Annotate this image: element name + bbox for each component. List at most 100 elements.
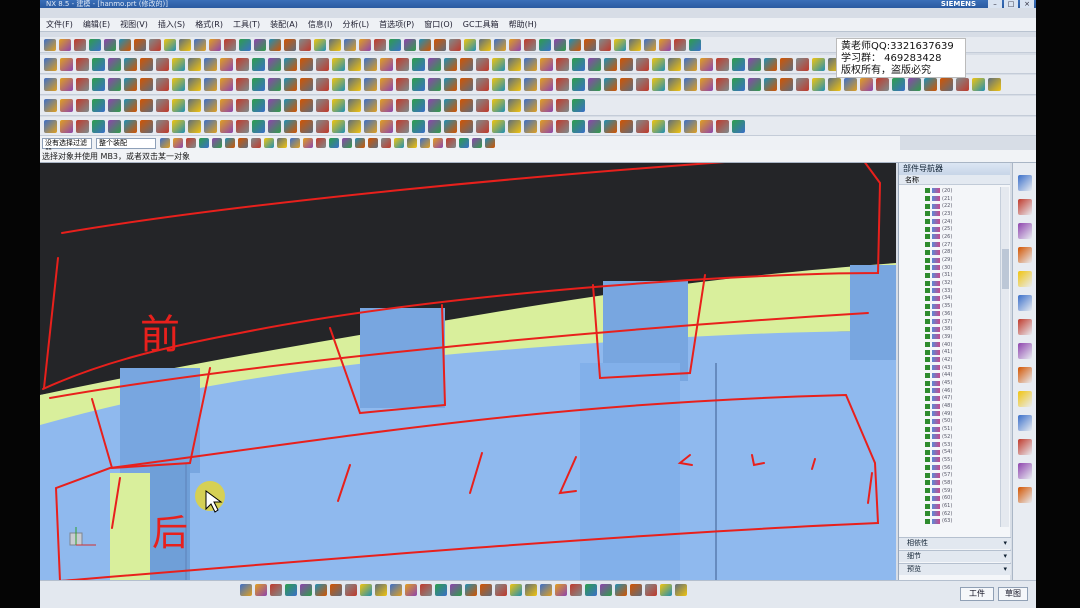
toolbar-tool-icon[interactable] (412, 57, 425, 71)
toolbar-tool-icon[interactable] (240, 584, 252, 596)
close-button[interactable]: × (1020, 0, 1034, 8)
toolbar-tool-icon[interactable] (465, 584, 477, 596)
toolbar-tool-icon[interactable] (172, 99, 185, 112)
checkmark-icon[interactable] (925, 495, 930, 501)
toolbar-tool-icon[interactable] (508, 119, 521, 133)
checkmark-icon[interactable] (925, 403, 930, 409)
toolbar-tool-icon[interactable] (332, 57, 345, 71)
navigator-feature-row[interactable]: (61) (899, 502, 999, 510)
toolbar-tool-icon[interactable] (716, 57, 729, 71)
toolbar-tool-icon[interactable] (972, 78, 985, 91)
checkmark-icon[interactable] (925, 342, 930, 348)
toolbar-tool-icon[interactable] (89, 38, 101, 51)
toolbar-tool-icon[interactable] (480, 584, 492, 596)
toolbar-tool-icon[interactable] (419, 38, 431, 51)
toolbar-tool-icon[interactable] (172, 119, 185, 133)
navigator-feature-row[interactable]: (58) (899, 479, 999, 487)
toolbar-tool-icon[interactable] (924, 78, 937, 91)
toolbar-tool-icon[interactable] (570, 584, 582, 596)
toolbar-tool-icon[interactable] (485, 138, 495, 148)
graphics-viewport[interactable]: 前 后 (40, 163, 896, 580)
toolbar-tool-icon[interactable] (988, 78, 1001, 91)
resource-tab-icon[interactable] (1017, 247, 1032, 263)
navigator-feature-row[interactable]: (21) (899, 195, 999, 203)
toolbar-tool-icon[interactable] (716, 119, 729, 133)
navigator-feature-row[interactable]: (32) (899, 279, 999, 287)
resource-tab-icon[interactable] (1017, 415, 1032, 431)
menu-edit[interactable]: 编辑(E) (83, 19, 110, 30)
toolbar-tool-icon[interactable] (476, 57, 489, 71)
toolbar-tool-icon[interactable] (220, 119, 233, 133)
checkmark-icon[interactable] (925, 188, 930, 194)
toolbar-tool-icon[interactable] (92, 57, 105, 71)
toolbar-tool-icon[interactable] (364, 99, 377, 112)
menu-analysis[interactable]: 分析(L) (342, 19, 369, 30)
checkmark-icon[interactable] (925, 411, 930, 417)
resource-tab-icon[interactable] (1017, 487, 1032, 503)
toolbar-tool-icon[interactable] (380, 78, 393, 91)
toolbar-tool-icon[interactable] (444, 119, 457, 133)
toolbar-tool-icon[interactable] (60, 78, 73, 91)
checkmark-icon[interactable] (925, 449, 930, 455)
toolbar-tool-icon[interactable] (268, 99, 281, 112)
toolbar-tool-icon[interactable] (645, 584, 657, 596)
toolbar-tool-icon[interactable] (446, 138, 456, 148)
toolbar-tool-icon[interactable] (412, 78, 425, 91)
navigator-feature-row[interactable]: (63) (899, 518, 999, 526)
toolbar-tool-icon[interactable] (368, 138, 378, 148)
toolbar-tool-icon[interactable] (433, 138, 443, 148)
toolbar-tool-icon[interactable] (220, 78, 233, 91)
checkmark-icon[interactable] (925, 434, 930, 440)
toolbar-tool-icon[interactable] (252, 78, 265, 91)
toolbar-tool-icon[interactable] (108, 78, 121, 91)
toolbar-tool-icon[interactable] (60, 57, 73, 71)
checkmark-icon[interactable] (925, 503, 930, 509)
toolbar-tool-icon[interactable] (252, 99, 265, 112)
toolbar-tool-icon[interactable] (44, 119, 57, 133)
resource-tab-icon[interactable] (1017, 223, 1032, 239)
details-section[interactable]: 细节 ▾ (899, 550, 1011, 562)
checkmark-icon[interactable] (925, 249, 930, 255)
menu-information[interactable]: 信息(I) (308, 19, 333, 30)
toolbar-tool-icon[interactable] (220, 57, 233, 71)
navigator-name-column[interactable]: 名称 (899, 175, 1010, 185)
toolbar-tool-icon[interactable] (540, 119, 553, 133)
toolbar-tool-icon[interactable] (675, 584, 687, 596)
toolbar-tool-icon[interactable] (876, 78, 889, 91)
toolbar-tool-icon[interactable] (460, 57, 473, 71)
navigator-feature-row[interactable]: (20) (899, 187, 999, 195)
toolbar-tool-icon[interactable] (674, 38, 686, 51)
toolbar-tool-icon[interactable] (524, 119, 537, 133)
toolbar-tool-icon[interactable] (348, 57, 361, 71)
toolbar-tool-icon[interactable] (364, 78, 377, 91)
toolbar-tool-icon[interactable] (796, 78, 809, 91)
checkmark-icon[interactable] (925, 265, 930, 271)
toolbar-tool-icon[interactable] (659, 38, 671, 51)
toolbar-tool-icon[interactable] (76, 99, 89, 112)
toolbar-tool-icon[interactable] (188, 119, 201, 133)
toolbar-tool-icon[interactable] (524, 57, 537, 71)
toolbar-tool-icon[interactable] (476, 99, 489, 112)
toolbar-tool-icon[interactable] (668, 119, 681, 133)
toolbar-tool-icon[interactable] (689, 38, 701, 51)
toolbar-tool-icon[interactable] (572, 99, 585, 112)
toolbar-tool-icon[interactable] (344, 38, 356, 51)
toolbar-tool-icon[interactable] (652, 119, 665, 133)
toolbar-tool-icon[interactable] (495, 584, 507, 596)
toolbar-tool-icon[interactable] (268, 119, 281, 133)
toolbar-tool-icon[interactable] (375, 584, 387, 596)
toolbar-tool-icon[interactable] (600, 584, 612, 596)
toolbar-tool-icon[interactable] (329, 138, 339, 148)
toolbar-tool-icon[interactable] (508, 78, 521, 91)
navigator-feature-row[interactable]: (62) (899, 510, 999, 518)
toolbar-tool-icon[interactable] (396, 78, 409, 91)
toolbar-tool-icon[interactable] (104, 38, 116, 51)
checkmark-icon[interactable] (925, 203, 930, 209)
toolbar-tool-icon[interactable] (684, 57, 697, 71)
toolbar-tool-icon[interactable] (124, 78, 137, 91)
toolbar-tool-icon[interactable] (700, 57, 713, 71)
checkmark-icon[interactable] (925, 472, 930, 478)
checkmark-icon[interactable] (925, 349, 930, 355)
toolbar-tool-icon[interactable] (652, 57, 665, 71)
navigator-feature-row[interactable]: (52) (899, 433, 999, 441)
